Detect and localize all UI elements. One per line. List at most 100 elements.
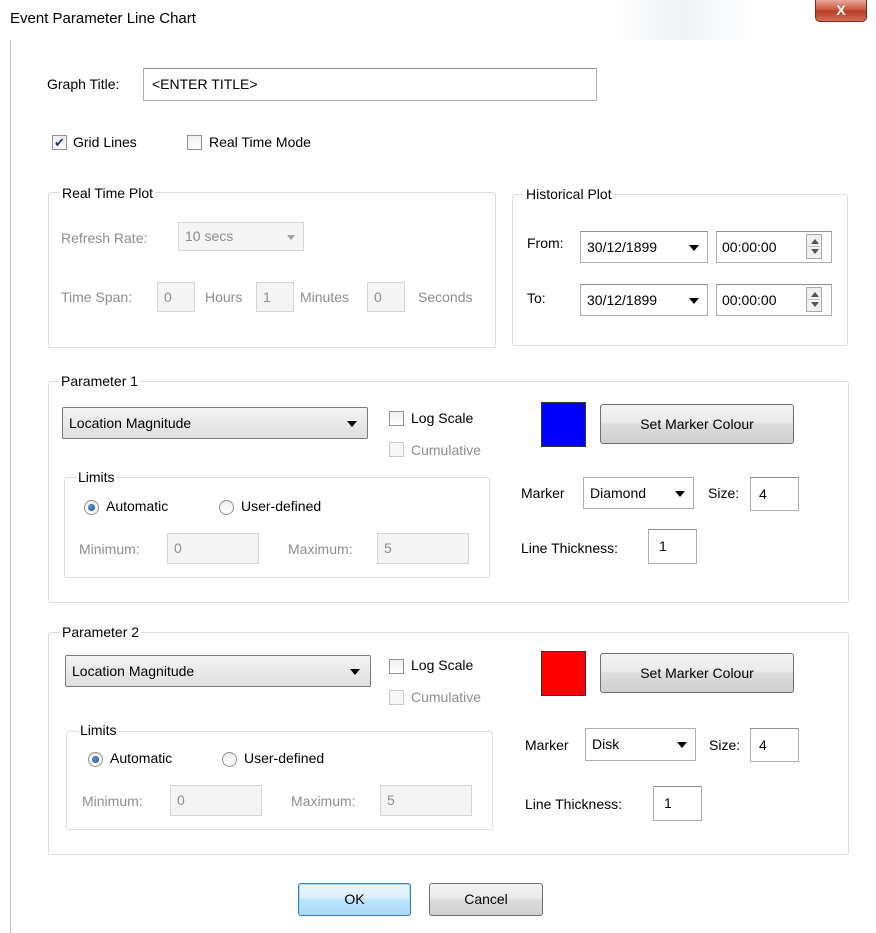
- parameter-1-limits-title: Limits: [76, 469, 117, 485]
- historical-plot-title: Historical Plot: [524, 186, 614, 202]
- parameter-1-set-marker-colour-button[interactable]: Set Marker Colour: [600, 404, 794, 444]
- parameter-2-cumulative-checkbox[interactable]: [389, 690, 404, 705]
- parameter-2-size-input[interactable]: 4: [750, 728, 799, 762]
- parameter-2-maximum-input[interactable]: 5: [380, 785, 472, 816]
- parameter-1-size-value: 4: [759, 486, 767, 502]
- parameter-1-size-label: Size:: [708, 485, 740, 501]
- graph-title-label: Graph Title:: [47, 76, 120, 92]
- parameter-1-line-thickness-value: 1: [659, 538, 667, 554]
- minutes-input[interactable]: 1: [256, 282, 294, 312]
- spin-down-icon: [811, 249, 819, 254]
- from-time-value: 00:00:00: [722, 239, 777, 255]
- parameter-2-marker-select[interactable]: Disk: [585, 728, 696, 761]
- parameter-2-minimum-label: Minimum:: [82, 793, 143, 809]
- set-marker-colour-label: Set Marker Colour: [640, 416, 754, 432]
- to-label: To:: [527, 290, 546, 306]
- hours-input[interactable]: 0: [157, 282, 195, 312]
- parameter-1-marker-value: Diamond: [590, 485, 647, 501]
- parameter-1-automatic-radio[interactable]: [84, 500, 99, 515]
- parameter-2-limits-title: Limits: [78, 722, 119, 738]
- parameter-1-marker-label: Marker: [521, 485, 565, 501]
- grid-lines-label: Grid Lines: [73, 134, 137, 150]
- parameter-2-size-value: 4: [759, 737, 767, 753]
- parameter-1-colour-swatch: [541, 402, 586, 447]
- parameter-1-minimum-label: Minimum:: [79, 541, 140, 557]
- minutes-value: 1: [263, 289, 271, 305]
- from-time-spinner[interactable]: [806, 234, 822, 259]
- parameter-2-maximum-label: Maximum:: [291, 793, 356, 809]
- parameter-1-cumulative-checkbox[interactable]: [389, 442, 404, 457]
- parameter-1-log-scale-checkbox[interactable]: [389, 411, 404, 426]
- parameter-2-line-thickness-input[interactable]: 1: [653, 786, 702, 821]
- parameter-2-minimum-value: 0: [177, 792, 185, 808]
- window-title: Event Parameter Line Chart: [10, 10, 196, 27]
- parameter-2-select[interactable]: Location Magnitude: [65, 655, 371, 687]
- parameter-2-value: Location Magnitude: [72, 663, 195, 679]
- graph-title-value: <ENTER TITLE>: [152, 76, 258, 92]
- parameter-2-log-scale-checkbox[interactable]: [389, 659, 404, 674]
- parameter-1-automatic-label: Automatic: [106, 498, 169, 514]
- parameter-2-maximum-value: 5: [387, 792, 395, 808]
- historical-plot-group: [512, 194, 848, 346]
- from-label: From:: [527, 235, 564, 251]
- parameter-2-marker-value: Disk: [592, 736, 620, 752]
- refresh-rate-label: Refresh Rate:: [61, 230, 148, 246]
- parameter-1-size-input[interactable]: 4: [750, 477, 799, 511]
- spin-divider: [808, 246, 820, 247]
- parameter-1-minimum-value: 0: [174, 540, 182, 556]
- cancel-label: Cancel: [464, 891, 508, 907]
- close-button[interactable]: X: [815, 0, 867, 22]
- parameter-2-set-marker-colour-button[interactable]: Set Marker Colour: [600, 653, 794, 693]
- real-time-mode-checkbox[interactable]: [187, 135, 202, 150]
- ok-button[interactable]: OK: [298, 883, 411, 916]
- hours-value: 0: [164, 289, 172, 305]
- parameter-1-log-scale-label: Log Scale: [411, 410, 474, 426]
- real-time-mode-label: Real Time Mode: [209, 134, 311, 150]
- chevron-down-icon: [675, 491, 685, 497]
- parameter-2-minimum-input[interactable]: 0: [170, 785, 262, 816]
- seconds-input[interactable]: 0: [367, 282, 405, 312]
- graph-title-input[interactable]: <ENTER TITLE>: [143, 68, 597, 101]
- parameter-1-minimum-input[interactable]: 0: [167, 533, 259, 564]
- to-time-value: 00:00:00: [722, 292, 777, 308]
- parameter-2-user-defined-radio[interactable]: [222, 752, 237, 767]
- refresh-rate-value: 10 secs: [185, 228, 234, 244]
- seconds-label: Seconds: [418, 289, 473, 305]
- set-marker-colour-label: Set Marker Colour: [640, 665, 754, 681]
- chevron-down-icon: [350, 669, 360, 675]
- parameter-1-line-thickness-label: Line Thickness:: [521, 540, 619, 556]
- title-bar: Event Parameter Line Chart X: [0, 0, 876, 40]
- cancel-button[interactable]: Cancel: [429, 883, 543, 916]
- spin-down-icon: [811, 302, 819, 307]
- chevron-down-icon: [347, 421, 357, 427]
- parameter-1-line-thickness-input[interactable]: 1: [648, 529, 697, 564]
- parameter-2-automatic-label: Automatic: [110, 750, 173, 766]
- from-date-picker[interactable]: 30/12/1899: [580, 231, 708, 263]
- minutes-label: Minutes: [300, 289, 350, 305]
- to-time-spinner[interactable]: [806, 287, 822, 312]
- ok-label: OK: [344, 891, 365, 907]
- spin-up-icon: [811, 292, 819, 297]
- parameter-2-size-label: Size:: [709, 737, 741, 753]
- parameter-1-select[interactable]: Location Magnitude: [62, 407, 368, 439]
- parameter-2-cumulative-label: Cumulative: [411, 689, 482, 705]
- to-date-value: 30/12/1899: [587, 292, 658, 308]
- parameter-2-automatic-radio[interactable]: [88, 752, 103, 767]
- parameter-1-maximum-input[interactable]: 5: [377, 533, 469, 564]
- to-date-picker[interactable]: 30/12/1899: [580, 284, 708, 316]
- checkmark-icon: ✔: [54, 135, 65, 150]
- seconds-value: 0: [374, 289, 382, 305]
- spin-up-icon: [811, 239, 819, 244]
- refresh-rate-select[interactable]: 10 secs: [178, 222, 304, 251]
- parameter-2-user-defined-label: User-defined: [244, 750, 325, 766]
- parameter-1-marker-select[interactable]: Diamond: [583, 477, 694, 509]
- parameter-1-maximum-label: Maximum:: [288, 541, 353, 557]
- grid-lines-checkbox[interactable]: ✔: [52, 135, 67, 150]
- from-date-value: 30/12/1899: [587, 239, 658, 255]
- spin-divider: [808, 299, 820, 300]
- parameter-1-user-defined-label: User-defined: [241, 498, 322, 514]
- chevron-down-icon: [689, 298, 699, 304]
- parameter-2-line-thickness-value: 1: [664, 795, 672, 811]
- parameter-1-user-defined-radio[interactable]: [219, 500, 234, 515]
- real-time-plot-title: Real Time Plot: [60, 185, 156, 201]
